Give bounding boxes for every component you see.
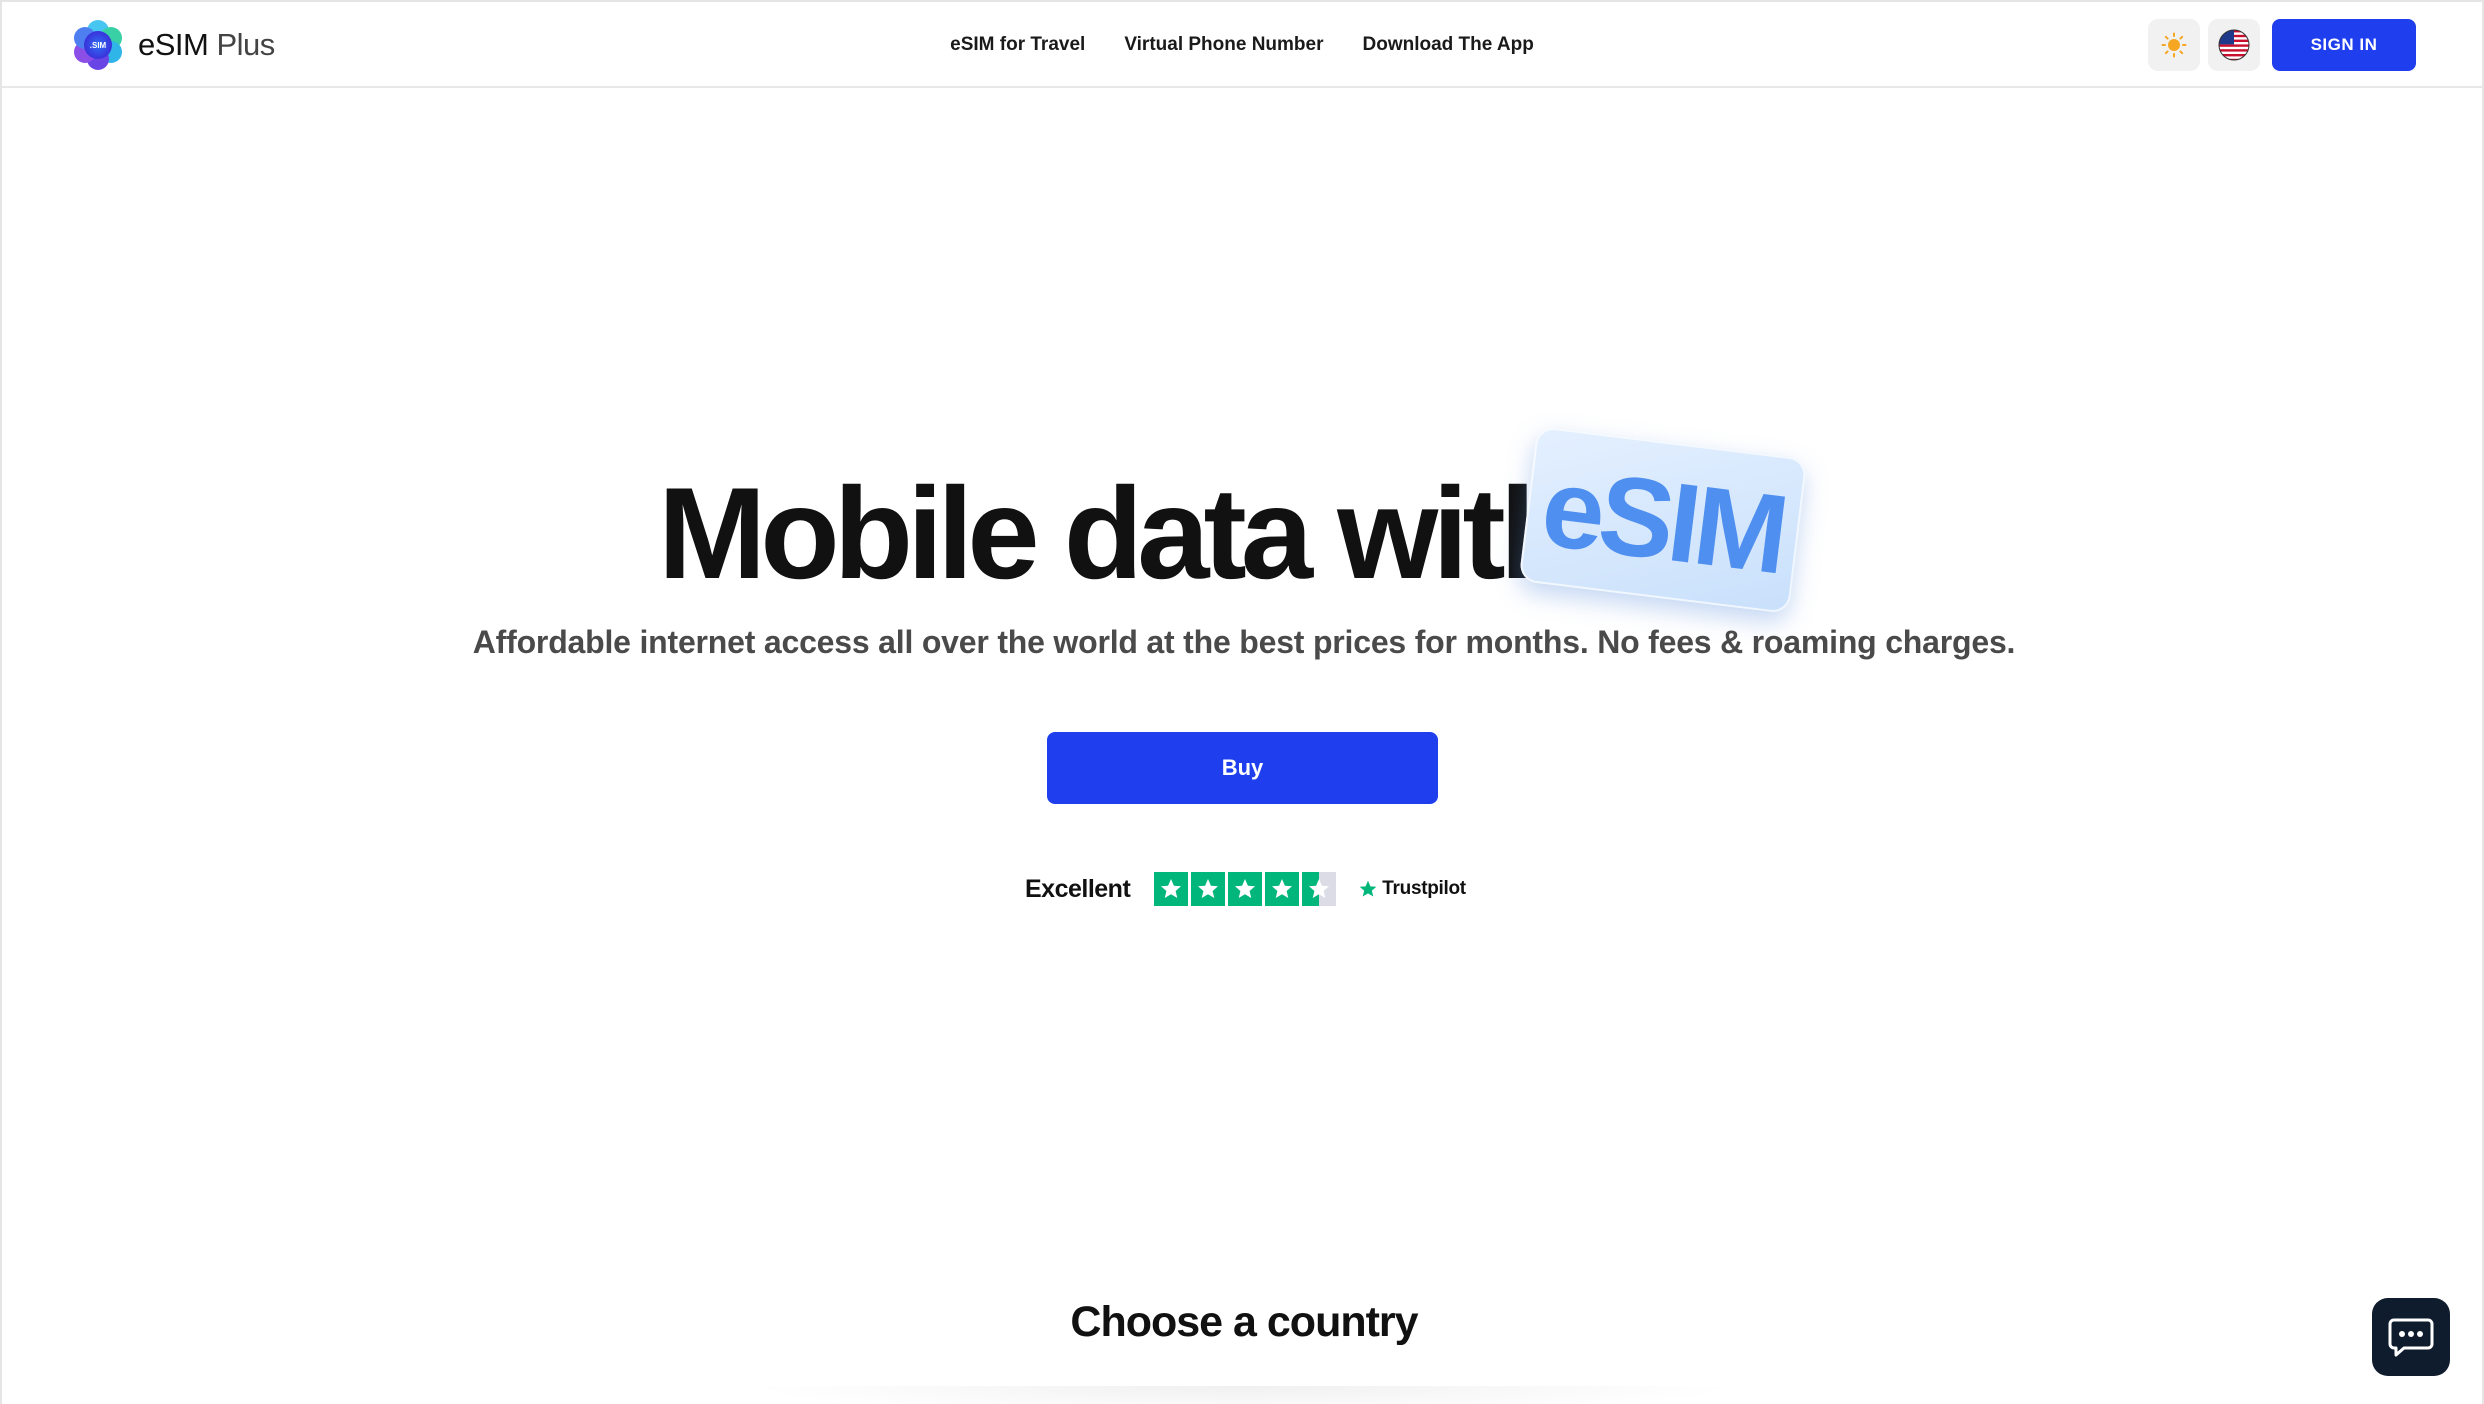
- nav-esim-for-travel[interactable]: eSIM for Travel: [950, 34, 1085, 56]
- rating-label: Excellent: [1025, 874, 1131, 903]
- trustpilot-rating[interactable]: Excellent Trustpilot: [1025, 871, 1466, 907]
- theme-toggle-button[interactable]: [2148, 19, 2200, 71]
- sun-icon: [2161, 32, 2187, 58]
- sign-in-button[interactable]: SIGN IN: [2272, 19, 2416, 71]
- star-icon: [1265, 872, 1300, 906]
- star-icon: [1228, 872, 1263, 906]
- choose-country-heading: Choose a country: [1070, 1298, 1418, 1346]
- esim-badge: eSIM: [1518, 426, 1808, 614]
- trustpilot-logo: Trustpilot: [1358, 878, 1466, 900]
- header-actions: SIGN IN: [2148, 19, 2416, 71]
- buy-button[interactable]: Buy: [1047, 732, 1438, 804]
- nav-download-the-app[interactable]: Download The App: [1363, 34, 1534, 56]
- page: .SIM eSIM Plus eSIM for Travel Virtual P…: [0, 0, 2484, 1404]
- country-search-card-edge: [742, 1386, 1742, 1404]
- star-icon: [1191, 872, 1226, 906]
- trustpilot-name: Trustpilot: [1382, 878, 1466, 899]
- us-flag-icon: [2218, 29, 2250, 61]
- half-star-icon: [1302, 872, 1337, 906]
- nav-virtual-phone-number[interactable]: Virtual Phone Number: [1124, 34, 1323, 56]
- hero-title: Mobile data with: [658, 460, 1579, 606]
- hero-subtitle: Affordable internet access all over the …: [472, 624, 2016, 660]
- chat-button[interactable]: [2372, 1298, 2450, 1376]
- star-icon: [1154, 872, 1189, 906]
- chat-bubble-icon: [2388, 1318, 2434, 1357]
- site-header: .SIM eSIM Plus eSIM for Travel Virtual P…: [2, 2, 2482, 88]
- language-button[interactable]: [2208, 19, 2260, 71]
- trustpilot-star-icon: [1359, 880, 1377, 897]
- rating-stars: [1154, 872, 1337, 906]
- main-nav: eSIM for Travel Virtual Phone Number Dow…: [2, 2, 2482, 88]
